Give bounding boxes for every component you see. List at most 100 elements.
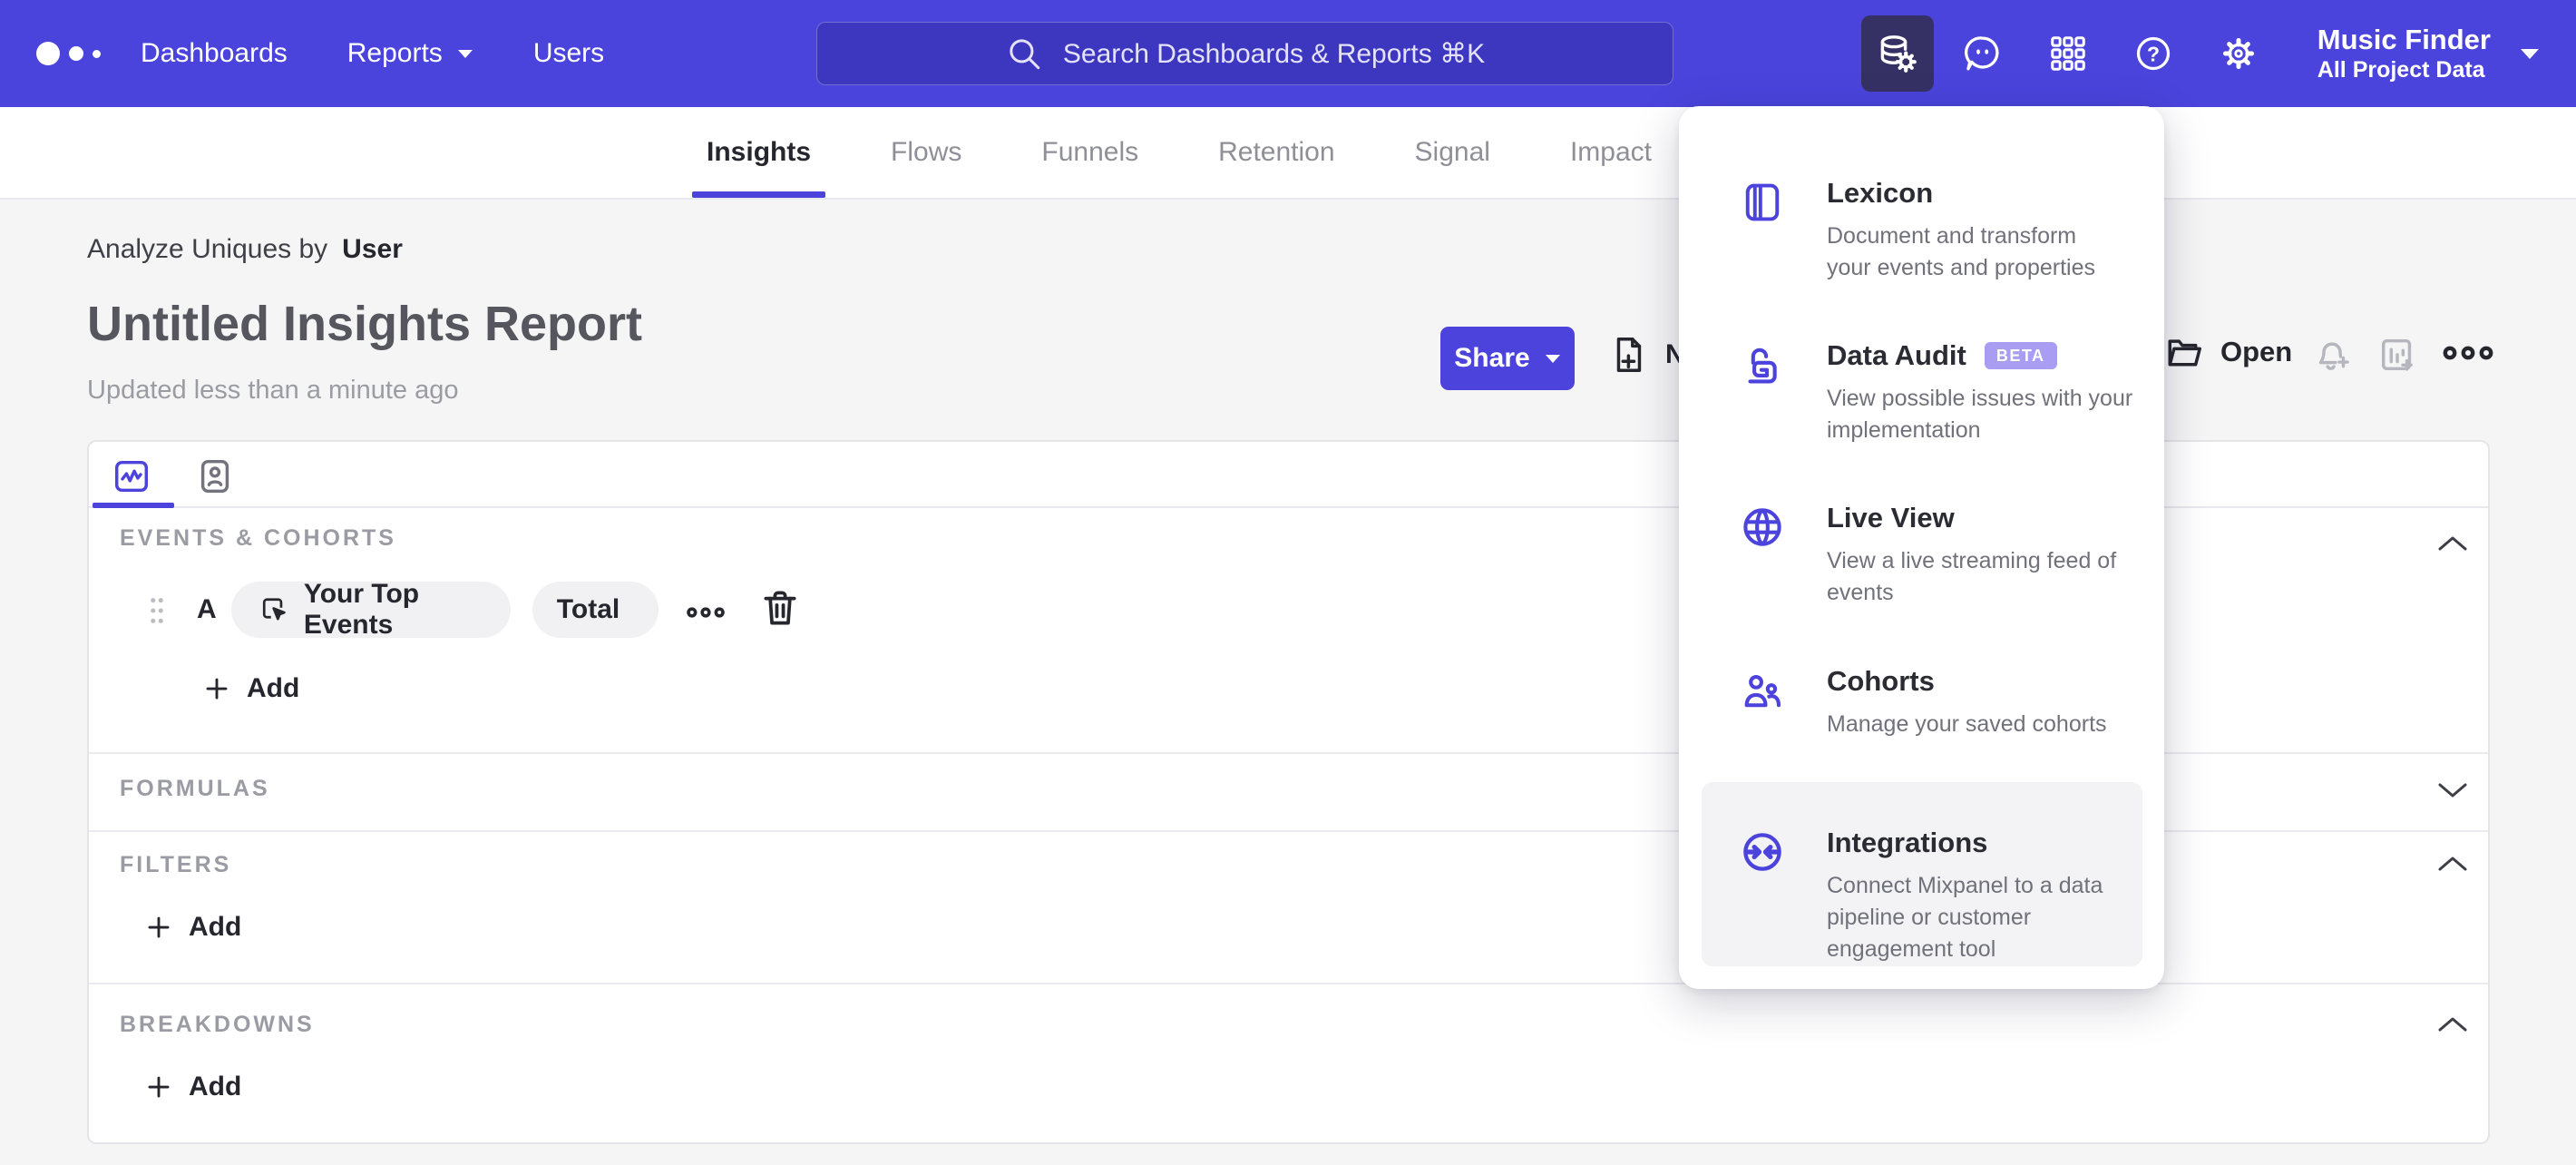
tab-signal[interactable]: Signal <box>1375 107 1530 198</box>
menu-item-title: Integrations <box>1827 827 1988 858</box>
tab-flows[interactable]: Flows <box>851 107 1001 198</box>
nav-item-reports[interactable]: Reports <box>347 38 473 69</box>
search-icon <box>1010 39 1040 70</box>
logo-dot <box>93 49 101 58</box>
nav-item-label: Reports <box>346 38 443 68</box>
globe-icon <box>1739 504 1786 551</box>
collapse-filters-button[interactable] <box>2435 853 2471 875</box>
row-more-options-button[interactable] <box>686 603 726 622</box>
section-label-breakdowns: BREAKDOWNS <box>120 1012 315 1037</box>
project-caret-icon <box>2521 48 2539 59</box>
lexicon-book-icon <box>1739 179 1786 226</box>
tab-retention[interactable]: Retention <box>1178 107 1374 198</box>
add-label: Add <box>189 1072 242 1101</box>
mixpanel-logo-icon[interactable] <box>36 42 101 65</box>
aggregation-selector-pill[interactable]: Total <box>532 582 659 638</box>
menu-item-description: View a live streaming feed of events <box>1827 548 2117 605</box>
cohorts-people-icon <box>1739 667 1786 714</box>
integrations-sync-icon <box>1739 828 1786 876</box>
database-gear-icon <box>1880 35 1917 73</box>
chat-bubble-icon <box>1964 36 1999 71</box>
svg-text:?: ? <box>2147 42 2160 65</box>
menu-item-description: Connect Mixpanel to a data pipeline or c… <box>1827 873 2103 962</box>
gear-icon <box>2222 37 2254 70</box>
menu-item-title: Live View <box>1827 502 1955 534</box>
share-label: Share <box>1454 343 1530 373</box>
search-input[interactable]: Search Dashboards & Reports ⌘K <box>816 22 1673 85</box>
project-selector[interactable]: Music Finder All Project Data <box>2317 24 2491 83</box>
plus-icon <box>148 916 170 938</box>
ellipsis-icon <box>687 607 725 618</box>
analyze-by-control: Analyze Uniques by User <box>87 234 403 265</box>
tab-impact[interactable]: Impact <box>1530 107 1692 198</box>
collapse-breakdowns-button[interactable] <box>2435 1013 2471 1035</box>
nav-item-label: Users <box>532 38 605 68</box>
section-label-formulas: FORMULAS <box>120 776 270 801</box>
menu-item-title: Data Audit BETA <box>1827 339 2144 372</box>
trash-icon <box>764 591 796 625</box>
report-type-tabs: Insights Flows Funnels Retention Signal … <box>0 107 2576 200</box>
event-selector-pill[interactable]: Your Top Events <box>231 579 511 640</box>
logo-dot <box>69 46 83 61</box>
folder-open-icon <box>2168 339 2201 367</box>
add-to-board-button[interactable] <box>2376 334 2418 376</box>
chevron-up-icon <box>2438 536 2467 551</box>
add-breakdown-button[interactable]: Add <box>145 1072 241 1102</box>
plus-icon <box>206 678 228 700</box>
series-letter: A <box>197 594 217 624</box>
open-report-button[interactable]: Open <box>2162 332 2292 372</box>
add-label: Add <box>247 673 300 703</box>
caret-down-icon <box>1545 354 1560 363</box>
add-event-button[interactable]: Add <box>203 673 299 704</box>
section-label-events: EVENTS & COHORTS <box>120 525 396 551</box>
page-title[interactable]: Untitled Insights Report <box>87 296 642 352</box>
collapse-events-button[interactable] <box>2435 533 2471 554</box>
delete-row-button[interactable] <box>757 585 803 631</box>
plus-icon <box>148 1076 170 1098</box>
topnav-right-icons: ? Music Finder All Project Data <box>1855 0 2558 107</box>
tab-events-view[interactable] <box>111 455 152 497</box>
tab-insights[interactable]: Insights <box>667 107 851 198</box>
nav-links: Dashboards Reports Users <box>141 0 604 107</box>
apps-grid-button[interactable] <box>2025 0 2111 107</box>
data-management-button[interactable] <box>1860 15 1934 92</box>
chevron-up-icon <box>2438 857 2467 871</box>
create-alert-button[interactable] <box>2311 334 2353 376</box>
tab-funnels[interactable]: Funnels <box>1001 107 1178 198</box>
nav-item-label: Dashboards <box>141 38 288 68</box>
share-button[interactable]: Share <box>1440 327 1575 390</box>
feedback-button[interactable] <box>1940 0 2025 107</box>
event-name: Your Top Events <box>303 579 420 640</box>
data-audit-lock-icon <box>1739 341 1786 388</box>
event-cursor-icon <box>262 598 286 621</box>
tab-label: Retention <box>1218 137 1335 167</box>
beta-badge: BETA <box>1984 342 2057 369</box>
data-management-menu: Lexicon Document and transform your even… <box>1679 106 2164 989</box>
menu-item-title: Lexicon <box>1827 177 1934 209</box>
project-scope: All Project Data <box>2317 57 2485 83</box>
add-filter-button[interactable]: Add <box>145 912 241 943</box>
help-button[interactable]: ? <box>2111 0 2196 107</box>
project-name: Music Finder <box>2317 24 2491 55</box>
menu-item-description: Document and transform your events and p… <box>1827 223 2096 280</box>
tab-label: Insights <box>707 137 812 167</box>
profile-card-icon <box>200 459 229 494</box>
tab-profiles-view[interactable] <box>194 455 236 497</box>
analyze-prefix: Analyze Uniques by <box>87 234 328 264</box>
nav-item-users[interactable]: Users <box>533 38 604 69</box>
section-label-filters: FILTERS <box>120 852 232 877</box>
file-plus-icon <box>1616 338 1642 372</box>
drag-handle-icon[interactable] <box>141 592 172 629</box>
nav-item-dashboards[interactable]: Dashboards <box>141 38 288 69</box>
logo-dot <box>36 42 60 65</box>
expand-formulas-button[interactable] <box>2435 779 2471 801</box>
settings-button[interactable] <box>2196 0 2281 107</box>
search-placeholder: Search Dashboards & Reports ⌘K <box>1062 38 1486 69</box>
tab-label: Flows <box>891 137 962 167</box>
chart-add-icon <box>2381 338 2413 371</box>
active-tab-underline <box>93 503 174 508</box>
analyze-value-user[interactable]: User <box>342 234 403 264</box>
chevron-up-icon <box>2438 1017 2467 1032</box>
tab-label: Funnels <box>1041 137 1139 167</box>
more-options-button[interactable] <box>2442 341 2494 365</box>
